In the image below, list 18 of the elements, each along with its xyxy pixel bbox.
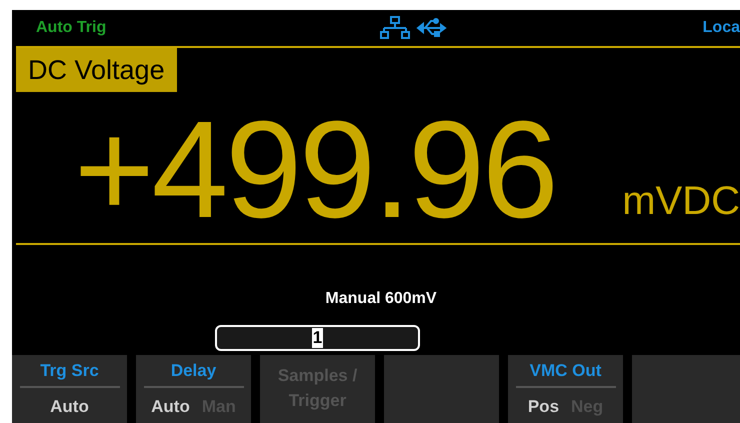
input-field[interactable]: 1 (215, 324, 420, 351)
softkey-label: Trg Src (40, 360, 99, 382)
trigger-status: Auto Trig (36, 18, 106, 38)
softkey[interactable] (384, 354, 499, 423)
reading-value: +499.96 (74, 105, 556, 235)
remote-status: Loca (702, 18, 740, 38)
softkey[interactable] (632, 354, 740, 423)
reading-unit: mVDC (622, 181, 740, 221)
softkey-label: Delay (170, 360, 216, 382)
usb-icon (416, 16, 448, 39)
softkey[interactable]: Trg Src Auto (12, 354, 127, 423)
network-icon (380, 16, 410, 40)
softkey-option: Pos (528, 394, 560, 420)
function-label: DC Voltage (16, 48, 177, 92)
softkey-option: Auto (50, 394, 89, 420)
softkey-label: VMC Out (530, 360, 602, 382)
range-label: Manual 600mV (325, 288, 437, 309)
softkey-option: Auto (151, 394, 190, 420)
